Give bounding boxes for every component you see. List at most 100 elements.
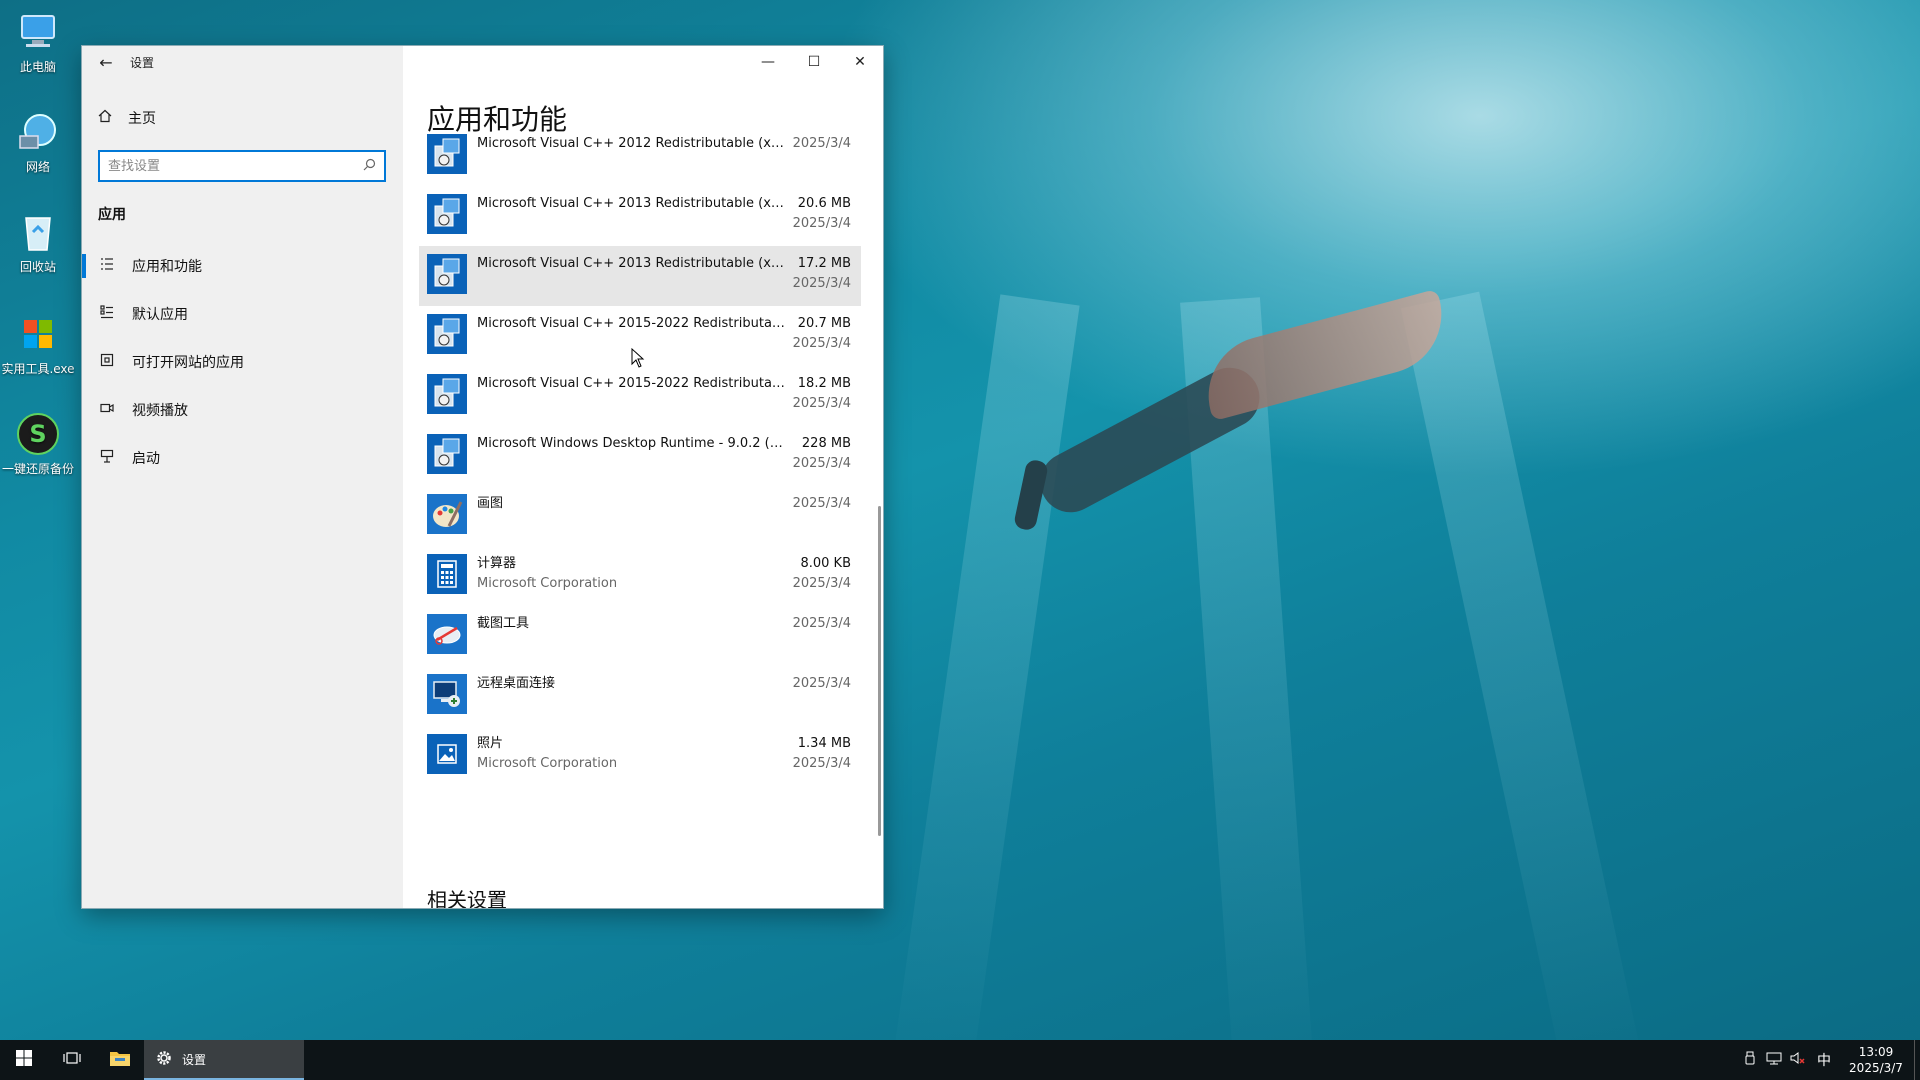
app-row[interactable]: 照片 Microsoft Corporation 1.34 MB 2025/3/4	[419, 726, 861, 786]
video-playback-icon	[98, 401, 116, 419]
app-date: 2025/3/4	[792, 676, 851, 691]
search-box[interactable]	[98, 150, 386, 182]
website-apps-icon	[98, 353, 116, 371]
nav-item-label: 默认应用	[132, 307, 188, 323]
app-size: 17.2 MB	[797, 256, 851, 271]
snipping-tool-icon	[427, 614, 467, 654]
app-row[interactable]: Microsoft Visual C++ 2015-2022 Redistrib…	[419, 366, 861, 426]
network-globe-icon	[16, 110, 60, 154]
nav-item-label: 可打开网站的应用	[132, 355, 244, 371]
desktop-icon-recycle-bin[interactable]: 回收站	[0, 210, 76, 275]
search-icon	[363, 158, 376, 175]
installer-icon	[427, 194, 467, 234]
svg-text:S: S	[29, 420, 46, 448]
volume-muted-icon[interactable]	[1786, 1051, 1810, 1069]
window-title: 设置	[130, 55, 155, 70]
home-icon	[98, 109, 112, 127]
desktop-icon-label: 网络	[25, 160, 50, 174]
nav-item-startup[interactable]: 启动	[82, 434, 403, 482]
ime-indicator[interactable]: 中	[1810, 1050, 1838, 1070]
app-row[interactable]: Microsoft Visual C++ 2013 Redistributabl…	[419, 186, 861, 246]
back-arrow-icon: ←	[99, 52, 113, 72]
close-button[interactable]: ✕	[837, 46, 883, 78]
app-list: Microsoft Visual C++ 2012 Redistributabl…	[419, 134, 861, 786]
maximize-button[interactable]: ☐	[791, 46, 837, 78]
app-row[interactable]: Microsoft Windows Desktop Runtime - 9.0.…	[419, 426, 861, 486]
startup-icon	[98, 449, 116, 467]
content-scrollbar[interactable]	[878, 506, 881, 836]
nav-home[interactable]: 主页	[98, 108, 156, 128]
app-date: 2025/3/4	[792, 396, 851, 411]
nav-item-website-apps[interactable]: 可打开网站的应用	[82, 338, 403, 386]
show-desktop-button[interactable]	[1914, 1040, 1920, 1080]
desktop-icon-label: 一键还原备份	[1, 462, 74, 476]
section-heading: 应用	[98, 207, 126, 223]
app-size: 18.2 MB	[797, 376, 851, 391]
usb-device-icon[interactable]	[1738, 1051, 1762, 1069]
title-bar[interactable]: ← 设置	[82, 46, 403, 78]
windows-logo-icon	[16, 1050, 32, 1070]
default-apps-icon	[98, 305, 116, 323]
minimize-button[interactable]: —	[745, 46, 791, 78]
installer-icon	[427, 374, 467, 414]
clock-time: 13:09	[1858, 1045, 1894, 1059]
app-row[interactable]: 计算器 Microsoft Corporation 8.00 KB 2025/3/4	[419, 546, 861, 606]
app-row[interactable]: 截图工具 2025/3/4	[419, 606, 861, 666]
desktop-icon-label: 回收站	[19, 260, 56, 274]
network-status-icon[interactable]	[1762, 1051, 1786, 1069]
app-size: 1.34 MB	[797, 736, 851, 751]
app-date: 2025/3/4	[792, 756, 851, 771]
app-date: 2025/3/4	[792, 496, 851, 511]
settings-window: ← 设置 主页 应用 应用和功能	[82, 46, 883, 908]
nav-item-default-apps[interactable]: 默认应用	[82, 290, 403, 338]
app-row[interactable]: 画图 2025/3/4	[419, 486, 861, 546]
clock-date: 2025/3/7	[1849, 1061, 1903, 1075]
nav-item-apps-features[interactable]: 应用和功能	[82, 242, 403, 290]
desktop-icon-this-pc[interactable]: 此电脑	[0, 10, 76, 75]
app-row[interactable]: 远程桌面连接 2025/3/4	[419, 666, 861, 726]
maximize-icon: ☐	[807, 54, 821, 70]
app-date: 2025/3/4	[792, 456, 851, 471]
file-explorer-button[interactable]	[96, 1040, 144, 1080]
app-date: 2025/3/4	[792, 216, 851, 231]
calculator-icon	[427, 554, 467, 594]
close-icon: ✕	[854, 54, 866, 70]
app-size: 20.7 MB	[797, 316, 851, 331]
app-row[interactable]: Microsoft Visual C++ 2012 Redistributabl…	[419, 126, 861, 186]
windows-flag-icon	[16, 312, 60, 356]
app-date: 2025/3/4	[792, 616, 851, 631]
apps-list-icon	[98, 257, 116, 275]
app-name: 截图工具	[477, 616, 530, 631]
desktop-icon-network[interactable]: 网络	[0, 110, 76, 175]
taskbar-app-label: 设置	[182, 1052, 207, 1067]
app-row[interactable]: Microsoft Visual C++ 2013 Redistributabl…	[419, 246, 861, 306]
mouse-cursor-icon	[631, 347, 645, 373]
desktop-icon-one-key-backup[interactable]: S 一键还原备份	[0, 412, 76, 477]
app-size: 8.00 KB	[800, 556, 851, 571]
nav-item-label: 视频播放	[132, 403, 188, 419]
app-name: 远程桌面连接	[477, 676, 556, 691]
clock[interactable]: 13:09 2025/3/7	[1838, 1044, 1914, 1076]
app-name: 计算器	[477, 556, 517, 571]
nav-item-video-playback[interactable]: 视频播放	[82, 386, 403, 434]
app-name: Microsoft Visual C++ 2013 Redistributabl…	[477, 256, 785, 271]
window-controls: — ☐ ✕	[745, 46, 883, 78]
task-view-button[interactable]	[48, 1040, 96, 1080]
app-date: 2025/3/4	[792, 136, 851, 151]
settings-content: — ☐ ✕ 应用和功能 Microsoft Visual C++ 2012 Re…	[403, 46, 883, 908]
nav-list: 应用和功能 默认应用 可打开网站的应用 视频播放 启动	[82, 242, 403, 482]
app-size: 20.6 MB	[797, 196, 851, 211]
app-name: Microsoft Visual C++ 2013 Redistributabl…	[477, 196, 785, 211]
search-input[interactable]	[108, 158, 363, 174]
minimize-icon: —	[761, 54, 775, 70]
nav-item-label: 应用和功能	[132, 259, 202, 275]
back-button[interactable]: ←	[82, 46, 130, 78]
start-button[interactable]	[0, 1040, 48, 1080]
backup-s-icon: S	[16, 412, 60, 456]
taskbar-app-settings[interactable]: 设置	[144, 1040, 304, 1080]
settings-sidebar: ← 设置 主页 应用 应用和功能	[82, 46, 403, 908]
system-tray: 中 13:09 2025/3/7	[1738, 1040, 1920, 1080]
desktop-icon-utility-tool[interactable]: 实用工具.exe	[0, 312, 76, 377]
recycle-bin-icon	[16, 210, 60, 254]
app-date: 2025/3/4	[792, 576, 851, 591]
